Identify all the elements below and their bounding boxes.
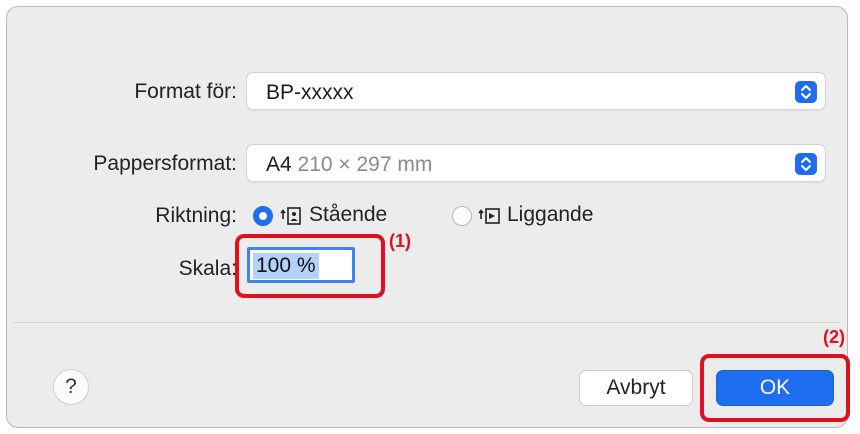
callout-box-1	[235, 234, 385, 298]
paper-size-popup[interactable]: A4 210 × 297 mm	[246, 144, 826, 182]
paper-size-name: A4	[266, 153, 292, 176]
up-down-chevron-icon	[795, 153, 817, 175]
format-for-popup[interactable]: BP-xxxxx	[246, 72, 826, 110]
cancel-button[interactable]: Avbryt	[579, 370, 693, 406]
callout-number-1: (1)	[389, 231, 411, 251]
format-for-value: BP-xxxxx	[266, 81, 354, 104]
portrait-label[interactable]: Stående	[309, 203, 387, 227]
divider	[14, 322, 840, 323]
page-setup-dialog: Format för: BP-xxxxx Pappersformat: A4 2…	[6, 6, 850, 428]
callout-number-2: (2)	[823, 327, 845, 347]
portrait-orientation-icon	[280, 207, 301, 225]
up-down-chevron-icon	[795, 81, 817, 103]
orientation-label: Riktning:	[155, 204, 237, 227]
landscape-radio[interactable]	[452, 206, 472, 226]
format-for-label: Format för:	[134, 80, 237, 103]
paper-size-dimensions: 210 × 297 mm	[297, 153, 433, 176]
callout-box-2	[700, 354, 850, 422]
landscape-orientation-icon	[478, 208, 500, 224]
portrait-radio[interactable]	[253, 206, 273, 226]
scale-label: Skala:	[178, 257, 237, 280]
help-button[interactable]: ?	[53, 369, 89, 405]
paper-size-label: Pappersformat:	[93, 152, 237, 175]
paper-size-value: A4 210 × 297 mm	[266, 153, 432, 177]
landscape-label[interactable]: Liggande	[507, 203, 593, 227]
